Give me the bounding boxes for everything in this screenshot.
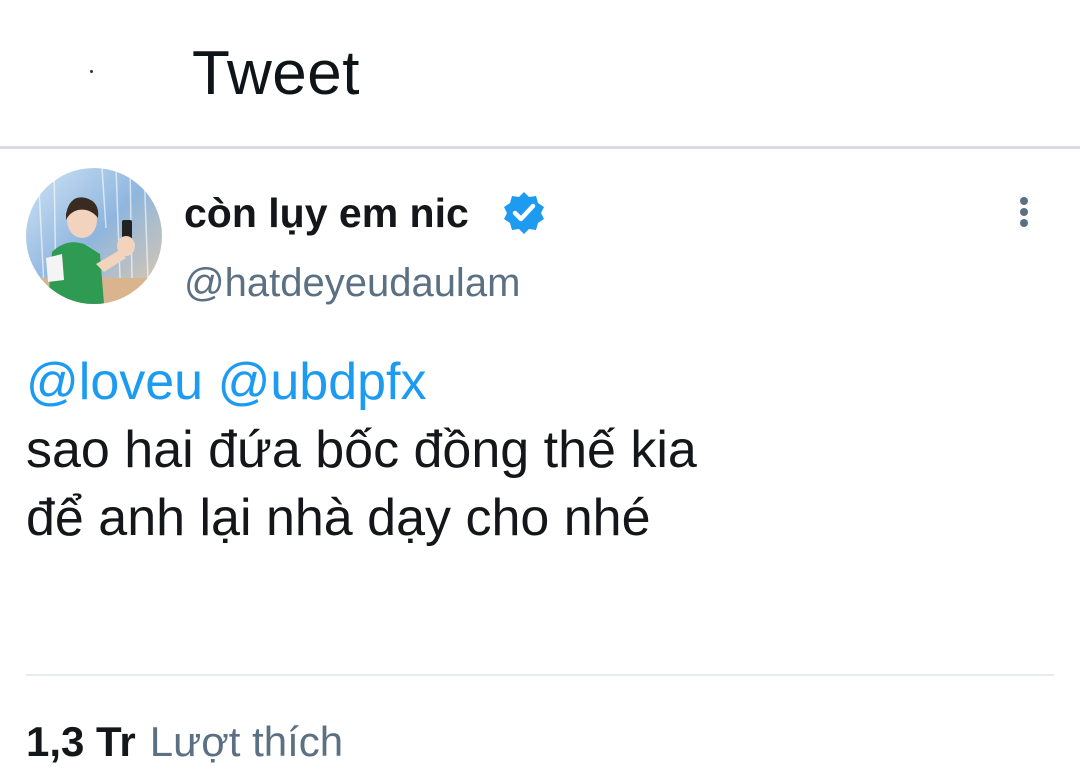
page-title: Tweet	[192, 39, 360, 108]
likes-count: 1,3 Tr	[26, 718, 136, 765]
mentions: @loveu @ubdpfx	[26, 348, 1046, 416]
display-name[interactable]: còn lụy em nic	[184, 188, 469, 238]
mention-link[interactable]: @ubdpfx	[218, 353, 427, 411]
tweet-text-line: sao hai đứa bốc đồng thế kia	[26, 421, 697, 479]
tweet-text-line: để anh lại nhà dạy cho nhé	[26, 489, 651, 547]
likes-label: Lượt thích	[149, 718, 344, 765]
top-bar: Tweet	[0, 0, 1080, 146]
stats-divider	[26, 674, 1054, 676]
header-divider	[0, 146, 1080, 149]
user-handle[interactable]: @hatdeyeudaulam	[184, 258, 520, 308]
verified-badge-icon	[504, 192, 544, 234]
more-vertical-icon[interactable]	[1008, 192, 1040, 232]
likes-stat[interactable]: 1,3 Tr Lượt thích	[26, 716, 343, 768]
tweet-text: @loveu @ubdpfx sao hai đứa bốc đồng thế …	[26, 348, 1046, 552]
avatar-image	[26, 168, 162, 304]
avatar[interactable]	[26, 168, 162, 304]
mention-link[interactable]: @loveu	[26, 353, 203, 411]
back-icon[interactable]	[90, 70, 93, 73]
